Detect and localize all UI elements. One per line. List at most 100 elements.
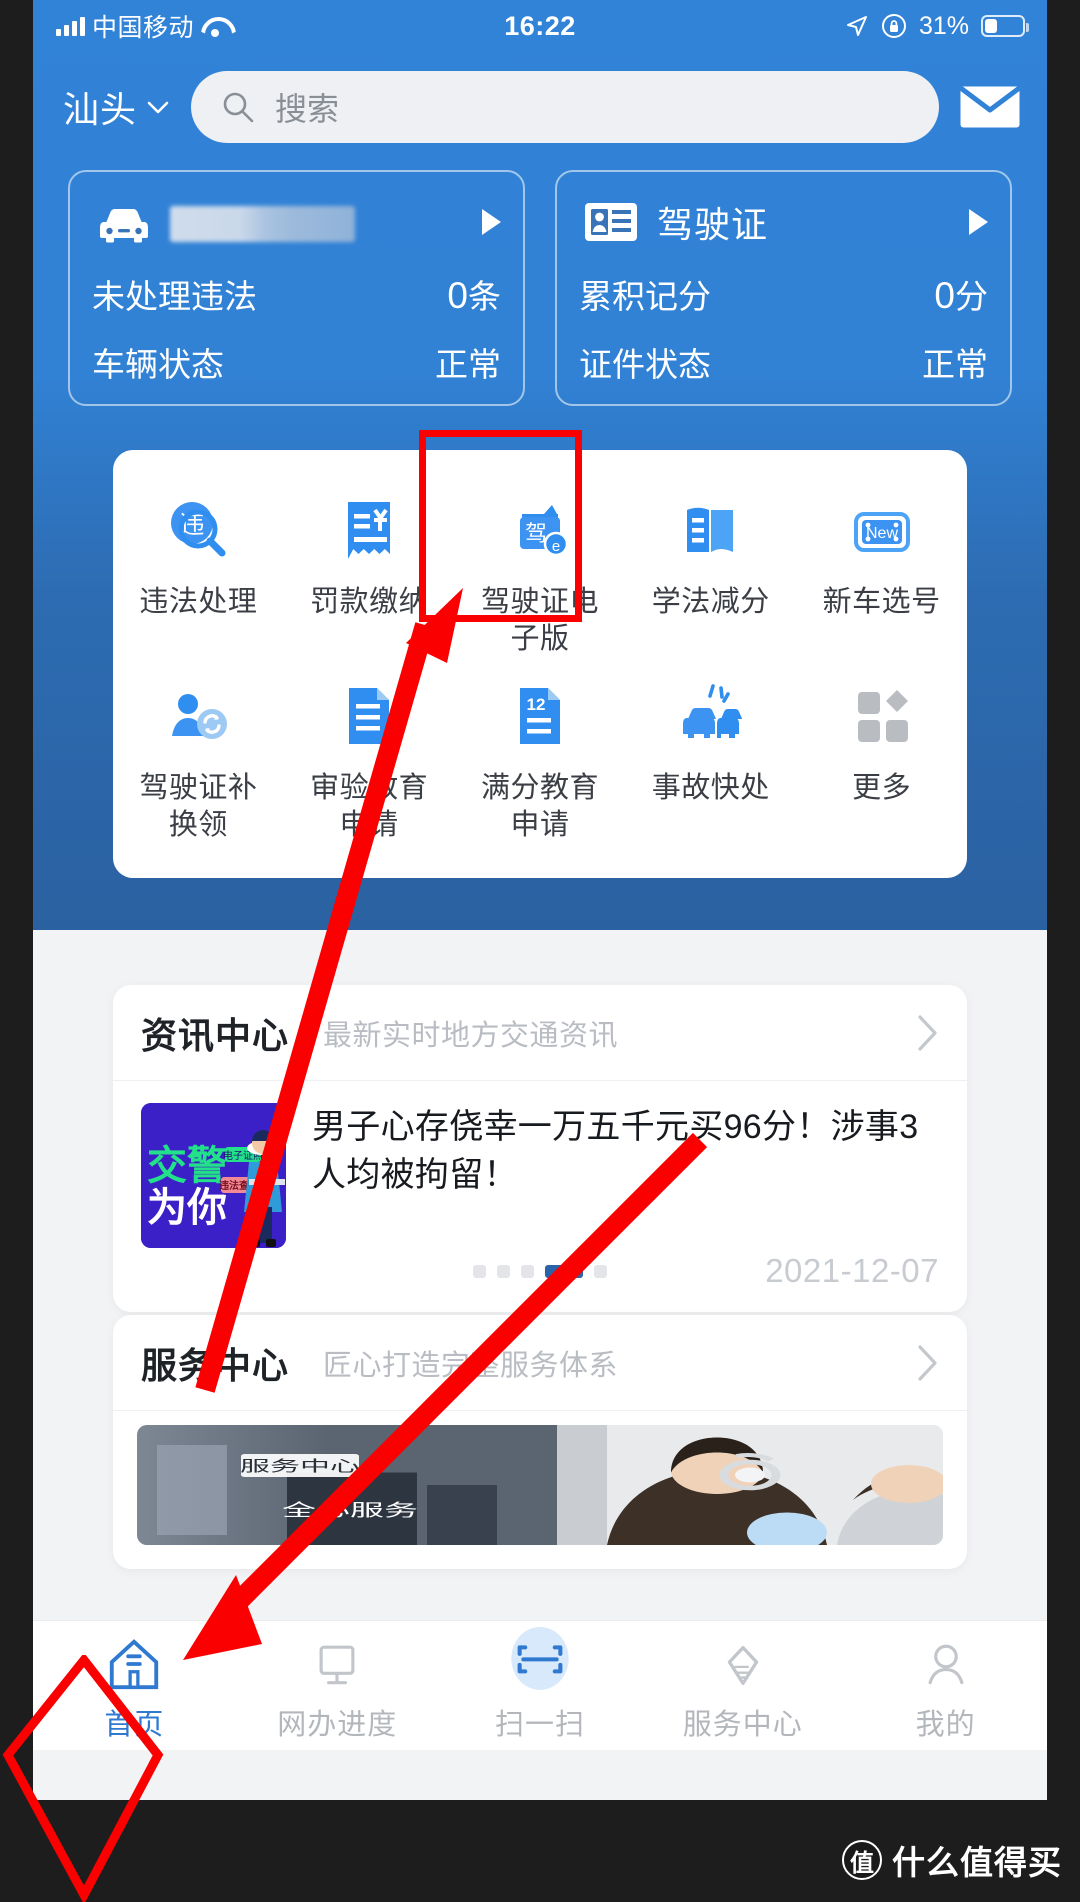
license-card-arrow-icon <box>969 209 988 235</box>
vehicle-row-value-0: 0 <box>447 275 468 316</box>
new-plate-icon: New <box>844 492 920 568</box>
summary-cards: 未处理违法 0条 车辆状态 正常 驾驶证 累积记分 0分 证件状态 正常 <box>33 170 1047 406</box>
news-center-card: 资讯中心 最新实时地方交通资讯 交警 为你 电子证照 违法查询 男子心存侥幸一万… <box>113 985 967 1312</box>
news-article[interactable]: 交警 为你 电子证照 违法查询 男子心存侥幸一万五千元买96分！涉事3人均被拘留… <box>113 1081 967 1256</box>
vehicle-card-arrow-icon <box>482 209 501 235</box>
license-row-value-0: 0 <box>934 275 955 316</box>
search-input[interactable]: 搜索 <box>191 71 939 143</box>
phone-screenshot: 中国移动 16:22 31% 汕头 搜索 未处理违法 0条 车辆状态 正常 驾驶… <box>0 0 1080 1902</box>
pager-dot[interactable] <box>594 1264 607 1278</box>
violation-search-icon: 违 <box>160 492 236 568</box>
news-center-title: 资讯中心 <box>141 1014 290 1056</box>
tab-profile[interactable]: 我的 <box>844 1621 1047 1743</box>
home-icon <box>105 1633 163 1695</box>
person-icon <box>918 1633 974 1695</box>
news-article-body: 男子心存侥幸一万五千元买96分！涉事3人均被拘留！ <box>312 1103 939 1248</box>
pager-dot[interactable] <box>521 1264 534 1278</box>
tab-label: 我的 <box>915 1709 976 1741</box>
status-bar: 中国移动 16:22 31% <box>33 0 1047 52</box>
id-card-icon <box>585 203 637 241</box>
svg-text:New: New <box>866 525 898 542</box>
license-row-unit-0: 分 <box>955 278 988 315</box>
watermark-badge: 值 <box>842 1840 882 1880</box>
review-doc-icon <box>331 678 407 754</box>
carousel-pager[interactable] <box>113 1264 967 1278</box>
grid-item-label: 驾驶证电子版 <box>480 586 599 656</box>
chevron-down-icon <box>147 101 169 113</box>
tab-label: 服务中心 <box>682 1709 803 1741</box>
grid-item-label: 罚款缴纳 <box>310 586 429 618</box>
news-center-header[interactable]: 资讯中心 最新实时地方交通资讯 <box>113 985 967 1081</box>
grid-item-label: 新车选号 <box>822 586 941 618</box>
grid-item-label: 违法处理 <box>139 586 258 618</box>
pager-dot[interactable] <box>473 1264 486 1278</box>
tab-scan[interactable]: 扫一扫 <box>439 1621 642 1743</box>
grid-item-review-education[interactable]: 审验教育申请 <box>284 658 455 844</box>
chevron-right-icon[interactable] <box>917 1344 939 1382</box>
service-banner-tag-text: 服务中心 <box>240 1458 360 1475</box>
grid-item-electronic-license[interactable]: 驾e 驾驶证电子版 <box>455 472 626 658</box>
license-card-title: 驾驶证 <box>657 204 769 245</box>
accident-car-icon <box>673 678 749 754</box>
scan-icon <box>503 1627 577 1695</box>
watermark: 值 什么值得买 <box>842 1836 1062 1884</box>
grid-item-label: 学法减分 <box>651 586 770 618</box>
city-label: 汕头 <box>63 89 138 130</box>
envelope-icon[interactable] <box>959 85 1021 129</box>
service-center-header[interactable]: 服务中心 匠心打造完整服务体系 <box>113 1315 967 1411</box>
grid-item-label: 审验教育申请 <box>310 772 429 842</box>
grid-item-label: 更多 <box>852 772 912 805</box>
license-card[interactable]: 驾驶证 累积记分 0分 证件状态 正常 <box>555 170 1012 406</box>
news-footer: 2021-12-07 <box>113 1252 967 1312</box>
grid-item-label: 满分教育申请 <box>480 772 599 842</box>
service-banner[interactable]: 服务中心 全心服务 <box>137 1425 943 1545</box>
vehicle-card[interactable]: 未处理违法 0条 车辆状态 正常 <box>68 170 525 406</box>
news-thumbnail: 交警 为你 电子证照 违法查询 <box>141 1103 286 1248</box>
study-book-icon <box>673 492 749 568</box>
service-heart-icon <box>714 1633 772 1695</box>
tab-home[interactable]: 首页 <box>33 1621 236 1743</box>
news-article-title: 男子心存侥幸一万五千元买96分！涉事3人均被拘留！ <box>312 1108 919 1195</box>
search-placeholder: 搜索 <box>275 91 340 127</box>
fine-receipt-icon <box>331 492 407 568</box>
grid-item-full-score-education[interactable]: 12 满分教育申请 <box>455 658 626 844</box>
tab-label: 扫一扫 <box>494 1709 585 1741</box>
service-center-card: 服务中心 匠心打造完整服务体系 服务中心 全心服务 <box>113 1315 967 1569</box>
vehicle-row-value-1: 正常 <box>435 346 501 383</box>
svg-text:为你: 为你 <box>147 1186 227 1230</box>
tab-service-center[interactable]: 服务中心 <box>641 1621 844 1743</box>
city-selector[interactable]: 汕头 <box>63 81 169 133</box>
vehicle-row-label-0: 未处理违法 <box>92 278 257 315</box>
svg-text:交警: 交警 <box>147 1144 227 1188</box>
license-row-label-0: 累积记分 <box>579 278 711 315</box>
watermark-text: 什么值得买 <box>892 1844 1062 1881</box>
grid-item-study-law-reduce-points[interactable]: 学法减分 <box>625 472 796 658</box>
service-grid-panel: 违 违法处理 罚款缴纳 驾e 驾驶证电子版 学法减分 New 新车选号 驾驶证补… <box>113 450 967 879</box>
service-banner-text: 全心服务 <box>282 1501 418 1520</box>
pager-dot[interactable] <box>497 1264 510 1278</box>
battery-icon <box>981 15 1029 37</box>
tab-label: 首页 <box>104 1709 165 1741</box>
grid-item-accident-quick-handling[interactable]: 事故快处 <box>625 658 796 844</box>
service-center-subtitle: 匠心打造完整服务体系 <box>323 1349 619 1382</box>
pager-dot-active[interactable] <box>545 1264 583 1278</box>
grid-item-more[interactable]: 更多 <box>796 658 967 844</box>
table-row: 证件状态 正常 <box>579 338 988 386</box>
grid-item-license-renewal[interactable]: 驾驶证补换领 <box>113 658 284 844</box>
svg-text:e: e <box>552 538 560 555</box>
vehicle-row-unit-0: 条 <box>468 278 501 315</box>
full-score-doc-icon: 12 <box>502 678 578 754</box>
tab-online-progress[interactable]: 网办进度 <box>236 1621 439 1743</box>
status-bar-clock: 16:22 <box>504 10 576 41</box>
table-row: 车辆状态 正常 <box>92 338 501 386</box>
chevron-right-icon[interactable] <box>917 1014 939 1052</box>
grid-item-violation-handling[interactable]: 违 违法处理 <box>113 472 284 658</box>
license-renew-icon <box>160 678 236 754</box>
license-plate-redacted <box>170 206 355 242</box>
grid-item-fine-payment[interactable]: 罚款缴纳 <box>284 472 455 658</box>
news-center-subtitle: 最新实时地方交通资讯 <box>323 1019 619 1052</box>
vehicle-card-head <box>92 194 501 250</box>
grid-item-label: 事故快处 <box>651 772 770 805</box>
license-row-value-1: 正常 <box>922 346 988 383</box>
grid-item-new-car-plate[interactable]: New 新车选号 <box>796 472 967 658</box>
